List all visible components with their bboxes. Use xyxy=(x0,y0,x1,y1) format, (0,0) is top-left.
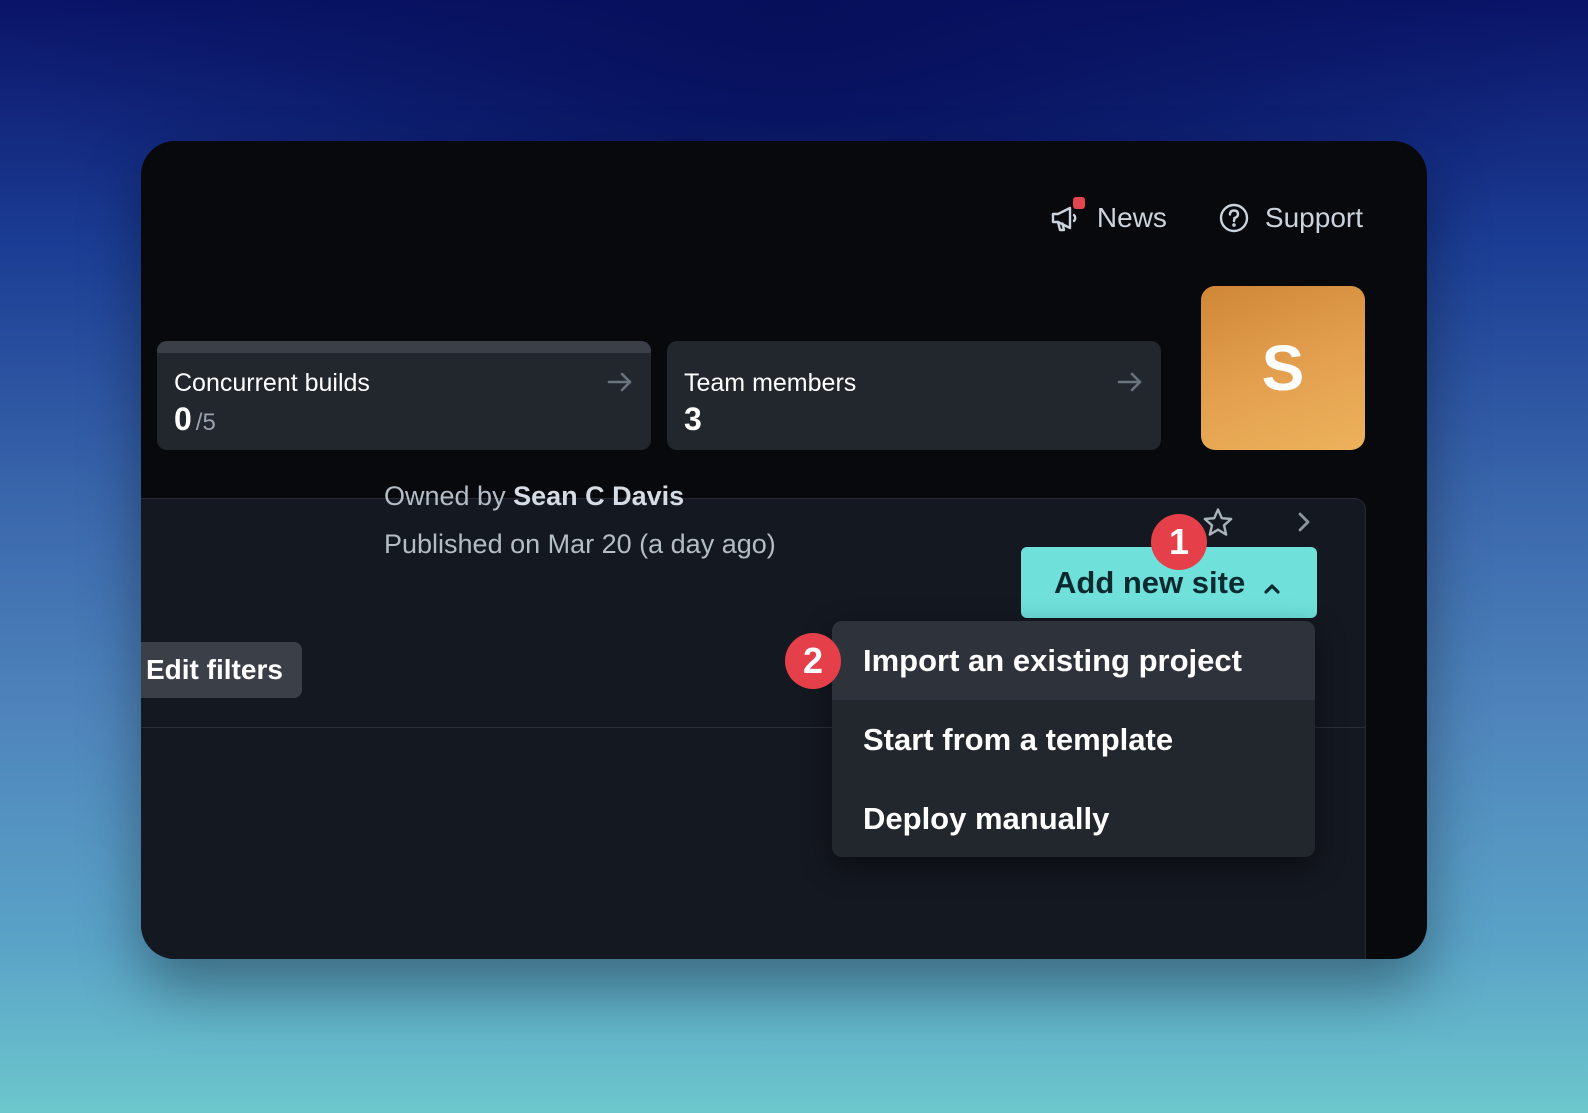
arrow-right-icon xyxy=(1115,367,1145,397)
card-value: 3 xyxy=(684,401,702,437)
site-owner: Owned by Sean C Davis xyxy=(384,481,684,512)
news-link[interactable]: News xyxy=(1049,197,1167,235)
arrow-right-icon xyxy=(605,367,635,397)
team-members-card[interactable]: Team members 3 xyxy=(667,341,1161,450)
concurrent-builds-card[interactable]: Concurrent builds 0/5 xyxy=(157,341,651,450)
card-label: Team members xyxy=(684,369,857,397)
team-avatar[interactable]: S xyxy=(1201,286,1365,450)
builds-current: 0 xyxy=(174,401,192,437)
chevron-right-icon[interactable] xyxy=(1291,509,1317,535)
owner-name: Sean C Davis xyxy=(513,481,685,511)
menu-item-deploy-manually[interactable]: Deploy manually xyxy=(832,779,1315,857)
site-published-date: Published on Mar 20 (a day ago) xyxy=(384,529,776,559)
step-badge-1: 1 xyxy=(1151,514,1207,570)
support-link[interactable]: Support xyxy=(1217,201,1363,235)
menu-item-import-project[interactable]: Import an existing project xyxy=(832,621,1315,700)
top-nav: News Support xyxy=(1049,197,1363,235)
question-circle-icon xyxy=(1217,201,1251,235)
menu-item-start-template[interactable]: Start from a template xyxy=(832,700,1315,779)
builds-total: /5 xyxy=(195,409,216,436)
notification-dot xyxy=(1072,197,1085,209)
app-window: News Support Concurrent builds 0/5 Team … xyxy=(141,141,1427,959)
owner-prefix: Owned by xyxy=(384,481,506,511)
support-label: Support xyxy=(1264,202,1363,233)
add-new-site-label: Add new site xyxy=(1054,564,1246,600)
card-label: Concurrent builds xyxy=(174,369,370,397)
megaphone-icon xyxy=(1049,197,1085,235)
news-label: News xyxy=(1096,202,1167,233)
add-site-dropdown-menu: Import an existing project Start from a … xyxy=(832,621,1315,857)
card-top-bar xyxy=(157,341,651,353)
card-value: 0/5 xyxy=(174,401,216,438)
chevron-up-icon xyxy=(1261,572,1283,594)
step-badge-2: 2 xyxy=(785,633,841,689)
edit-filters-button[interactable]: Edit filters xyxy=(141,642,302,698)
